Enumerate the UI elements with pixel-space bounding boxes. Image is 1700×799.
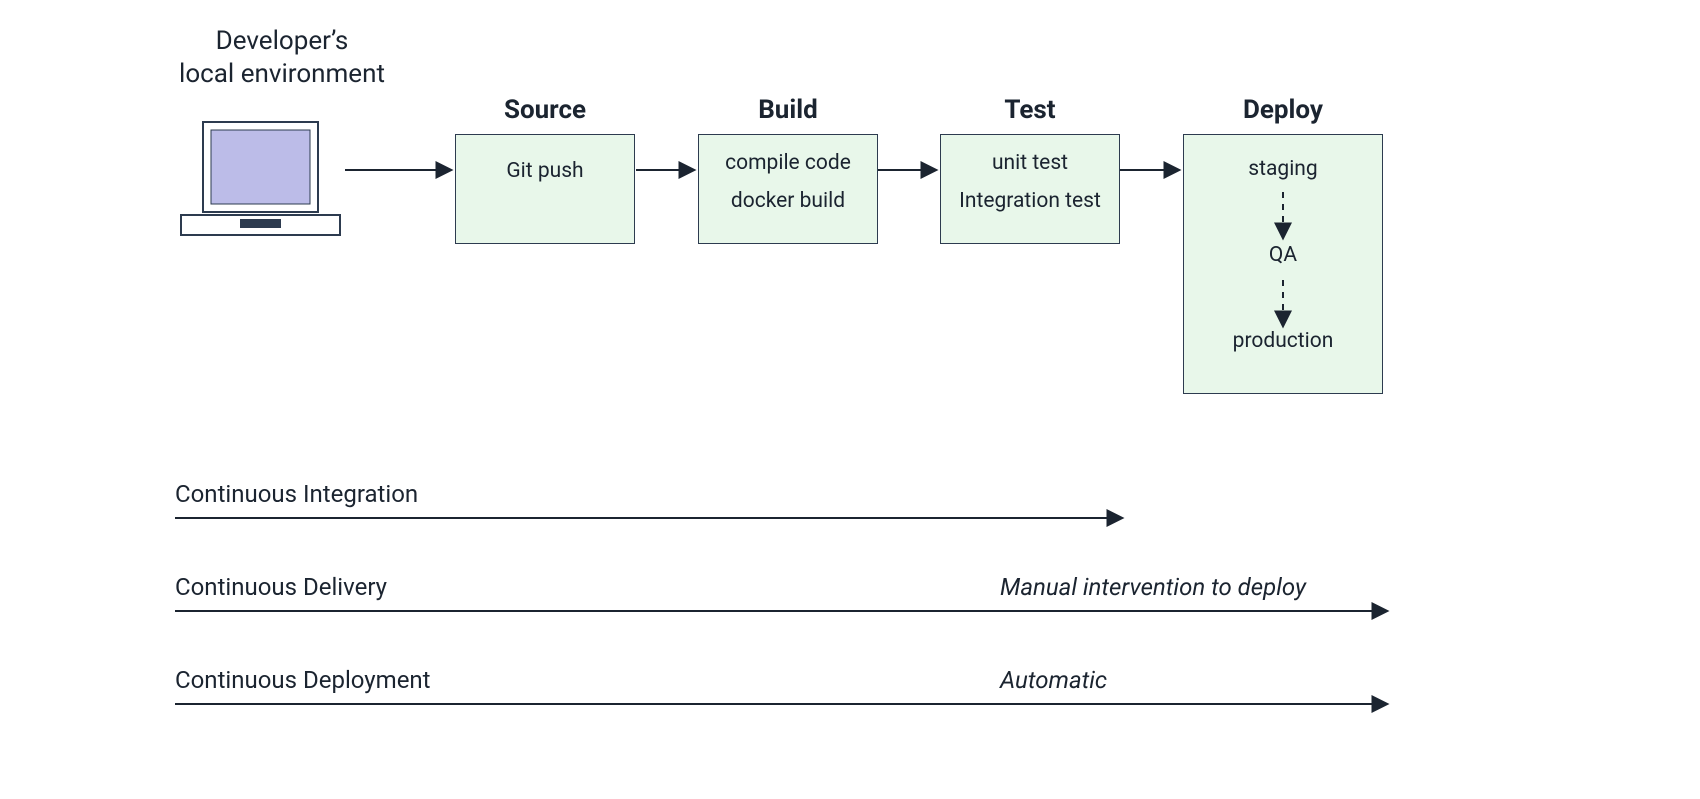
build-item-1: docker build [699,183,877,221]
laptop-icon [178,120,343,244]
deploy-item-0: staging [1184,151,1382,189]
stage-box-test: unit test Integration test [940,134,1120,244]
developer-env-line1: Developer’s [216,26,349,56]
legend-ci-label: Continuous Integration [175,480,418,508]
build-item-0: compile code [699,145,877,183]
stage-title-source: Source [455,95,635,125]
stage-box-build: compile code docker build [698,134,878,244]
source-item-0: Git push [456,153,634,191]
deploy-item-1: QA [1184,237,1382,275]
developer-env-label: Developer’s local environment [152,25,412,90]
legend-cddel-label: Continuous Delivery [175,573,387,601]
deploy-item-2: production [1184,323,1382,361]
legend-cddep-note: Automatic [1000,666,1107,694]
developer-env-line2: local environment [179,59,385,89]
stage-title-test: Test [940,95,1120,125]
stage-box-deploy: staging QA production [1183,134,1383,394]
stage-box-source: Git push [455,134,635,244]
stage-title-build: Build [698,95,878,125]
legend-cddep-label: Continuous Deployment [175,666,431,694]
test-item-1: Integration test [941,183,1119,221]
stage-title-deploy: Deploy [1183,95,1383,125]
legend-cddel-note: Manual intervention to deploy [1000,573,1306,601]
test-item-0: unit test [941,145,1119,183]
